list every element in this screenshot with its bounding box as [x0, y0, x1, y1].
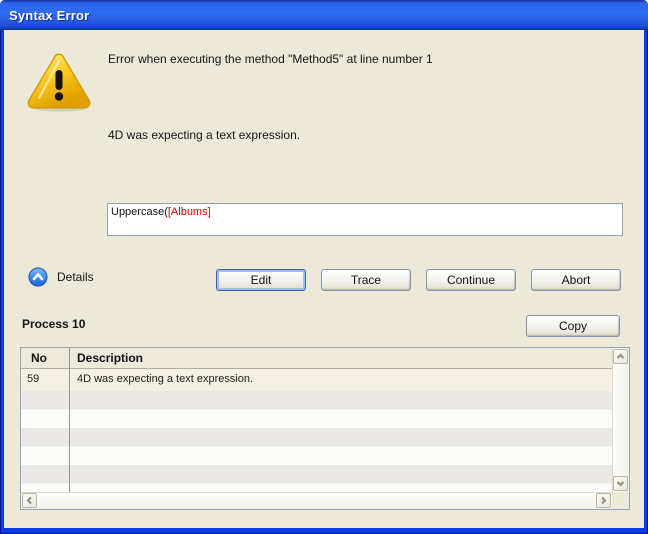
chevron-right-icon [599, 496, 608, 505]
details-toggle[interactable]: Details [28, 267, 94, 287]
chevron-up-icon [616, 352, 625, 361]
scrollbar-corner [612, 492, 629, 509]
chevron-up-circle-icon[interactable] [28, 267, 48, 287]
details-label: Details [57, 270, 94, 284]
syntax-error-dialog: Syntax Error Error when executing the me… [0, 0, 648, 534]
scroll-up-button[interactable] [613, 349, 628, 364]
chevron-down-icon [616, 479, 625, 488]
edit-button[interactable]: Edit [216, 269, 306, 291]
window-title: Syntax Error [0, 8, 89, 23]
warning-triangle-icon [26, 50, 92, 114]
column-divider[interactable] [69, 348, 70, 492]
cell-error-description: 4D was expecting a text expression. [77, 373, 253, 385]
error-description-line: 4D was expecting a text expression. [108, 128, 300, 142]
abort-button[interactable]: Abort [531, 269, 621, 291]
table-row[interactable]: 59 4D was expecting a text expression. [21, 369, 612, 391]
expression-text: Uppercase( [111, 206, 168, 218]
title-bar[interactable]: Syntax Error [0, 0, 648, 30]
horizontal-scrollbar[interactable] [21, 492, 612, 509]
empty-rows-area [21, 391, 612, 492]
vertical-scrollbar[interactable] [612, 348, 629, 492]
copy-button[interactable]: Copy [526, 315, 620, 337]
column-header-description[interactable]: Description [77, 351, 143, 365]
trace-button[interactable]: Trace [321, 269, 411, 291]
error-table: No Description 59 4D was expecting a tex… [20, 347, 630, 510]
expression-field[interactable]: Uppercase([Albums] [107, 203, 623, 236]
chevron-left-icon [25, 496, 34, 505]
scroll-right-button[interactable] [596, 493, 611, 508]
error-message-line: Error when executing the method "Method5… [108, 52, 433, 66]
scroll-left-button[interactable] [22, 493, 37, 508]
dialog-body: Error when executing the method "Method5… [4, 30, 644, 528]
column-header-no[interactable]: No [31, 351, 47, 365]
table-header-row: No Description [21, 348, 612, 369]
scroll-down-button[interactable] [613, 476, 628, 491]
process-label: Process 10 [22, 317, 85, 331]
cell-error-number: 59 [27, 373, 39, 385]
continue-button[interactable]: Continue [426, 269, 516, 291]
expression-error-token: [Albums] [168, 206, 211, 218]
